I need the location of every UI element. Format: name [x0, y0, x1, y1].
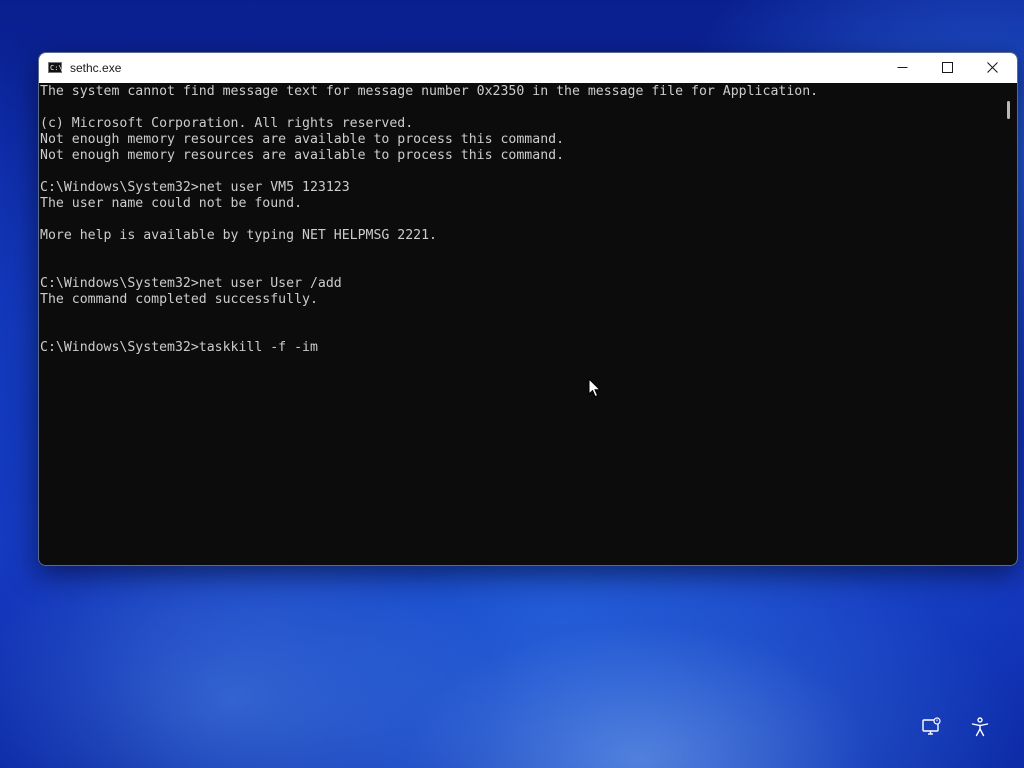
console-line: The command completed successfully. [40, 292, 318, 307]
close-button[interactable] [970, 53, 1016, 83]
remote-display-icon [922, 717, 941, 735]
console-line: More help is available by typing NET HEL… [40, 228, 437, 243]
console-line: The system cannot find message text for … [40, 84, 819, 99]
console-app-icon: C:\ [48, 62, 63, 73]
minimize-button[interactable] [880, 53, 926, 83]
maximize-button[interactable] [925, 53, 971, 83]
accessibility-icon [971, 717, 989, 737]
console-line: C:\Windows\System32>net user VM5 123123 [40, 180, 350, 195]
console-output: The system cannot find message text for … [40, 84, 818, 356]
console-line: Not enough memory resources are availabl… [40, 132, 565, 147]
console-body[interactable]: The system cannot find message text for … [39, 83, 1001, 565]
vertical-scrollbar[interactable] [1000, 83, 1016, 565]
mouse-pointer-icon [588, 378, 602, 398]
console-prompt-line[interactable]: C:\Windows\System32>taskkill -f -im [40, 340, 818, 356]
window-title: sethc.exe [70, 61, 122, 75]
console-window: C:\ sethc.exe The system cannot find mes… [38, 52, 1018, 566]
console-line: Not enough memory resources are availabl… [40, 148, 565, 163]
title-bar[interactable]: C:\ sethc.exe [39, 53, 1017, 83]
close-icon [987, 62, 998, 73]
console-line: The user name could not be found. [40, 196, 303, 211]
minimize-icon [897, 67, 908, 68]
console-line: C:\Windows\System32>net user User /add [40, 276, 342, 291]
console-line: (c) Microsoft Corporation. All rights re… [40, 116, 414, 131]
maximize-icon [942, 62, 953, 73]
scrollbar-thumb[interactable] [1007, 101, 1010, 119]
accessibility-button[interactable] [969, 716, 991, 738]
remote-display-button[interactable] [921, 716, 943, 738]
